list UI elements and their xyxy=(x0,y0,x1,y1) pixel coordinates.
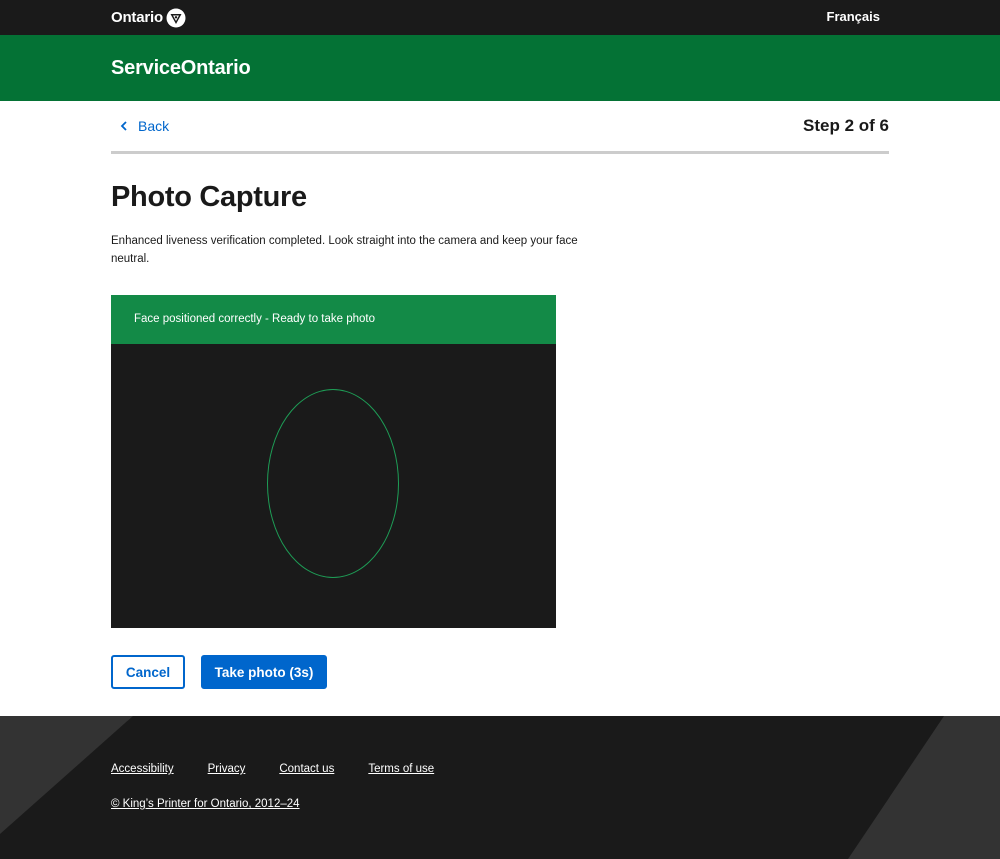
ontario-trillium-icon xyxy=(166,8,186,27)
language-toggle-link[interactable]: Français xyxy=(827,9,880,24)
site-footer: Accessibility Privacy Contact us Terms o… xyxy=(0,716,1000,859)
page-title: Photo Capture xyxy=(111,181,307,213)
face-status-banner: Face positioned correctly - Ready to tak… xyxy=(111,295,556,344)
ontario-top-bar: Ontario Français xyxy=(0,0,1000,35)
footer-link-accessibility[interactable]: Accessibility xyxy=(111,763,174,775)
step-navigation: Back Step 2 of 6 xyxy=(111,101,889,154)
service-brand-bar: ServiceOntario xyxy=(0,35,1000,101)
footer-link-privacy[interactable]: Privacy xyxy=(208,763,246,775)
footer-link-contact-us[interactable]: Contact us xyxy=(279,763,334,775)
ontario-logo-text: Ontario xyxy=(111,9,163,26)
chevron-left-icon xyxy=(120,121,127,131)
take-photo-button[interactable]: Take photo (3s) xyxy=(201,655,327,689)
back-link-label: Back xyxy=(138,118,170,134)
camera-preview: Face positioned correctly - Ready to tak… xyxy=(111,295,556,628)
footer-decoration xyxy=(0,716,1000,859)
footer-link-terms-of-use[interactable]: Terms of use xyxy=(368,763,434,775)
step-indicator: Step 2 of 6 xyxy=(803,116,889,135)
face-guide-oval xyxy=(267,389,399,578)
back-link[interactable]: Back xyxy=(120,118,169,134)
copyright-link[interactable]: © King’s Printer for Ontario, 2012–24 xyxy=(111,798,300,810)
footer-links: Accessibility Privacy Contact us Terms o… xyxy=(111,763,468,775)
service-title[interactable]: ServiceOntario xyxy=(111,57,251,80)
ontario-logo[interactable]: Ontario xyxy=(111,7,186,28)
face-status-message: Face positioned correctly - Ready to tak… xyxy=(134,313,375,325)
cancel-button[interactable]: Cancel xyxy=(111,655,185,689)
instructions-text: Enhanced liveness verification completed… xyxy=(111,235,578,265)
